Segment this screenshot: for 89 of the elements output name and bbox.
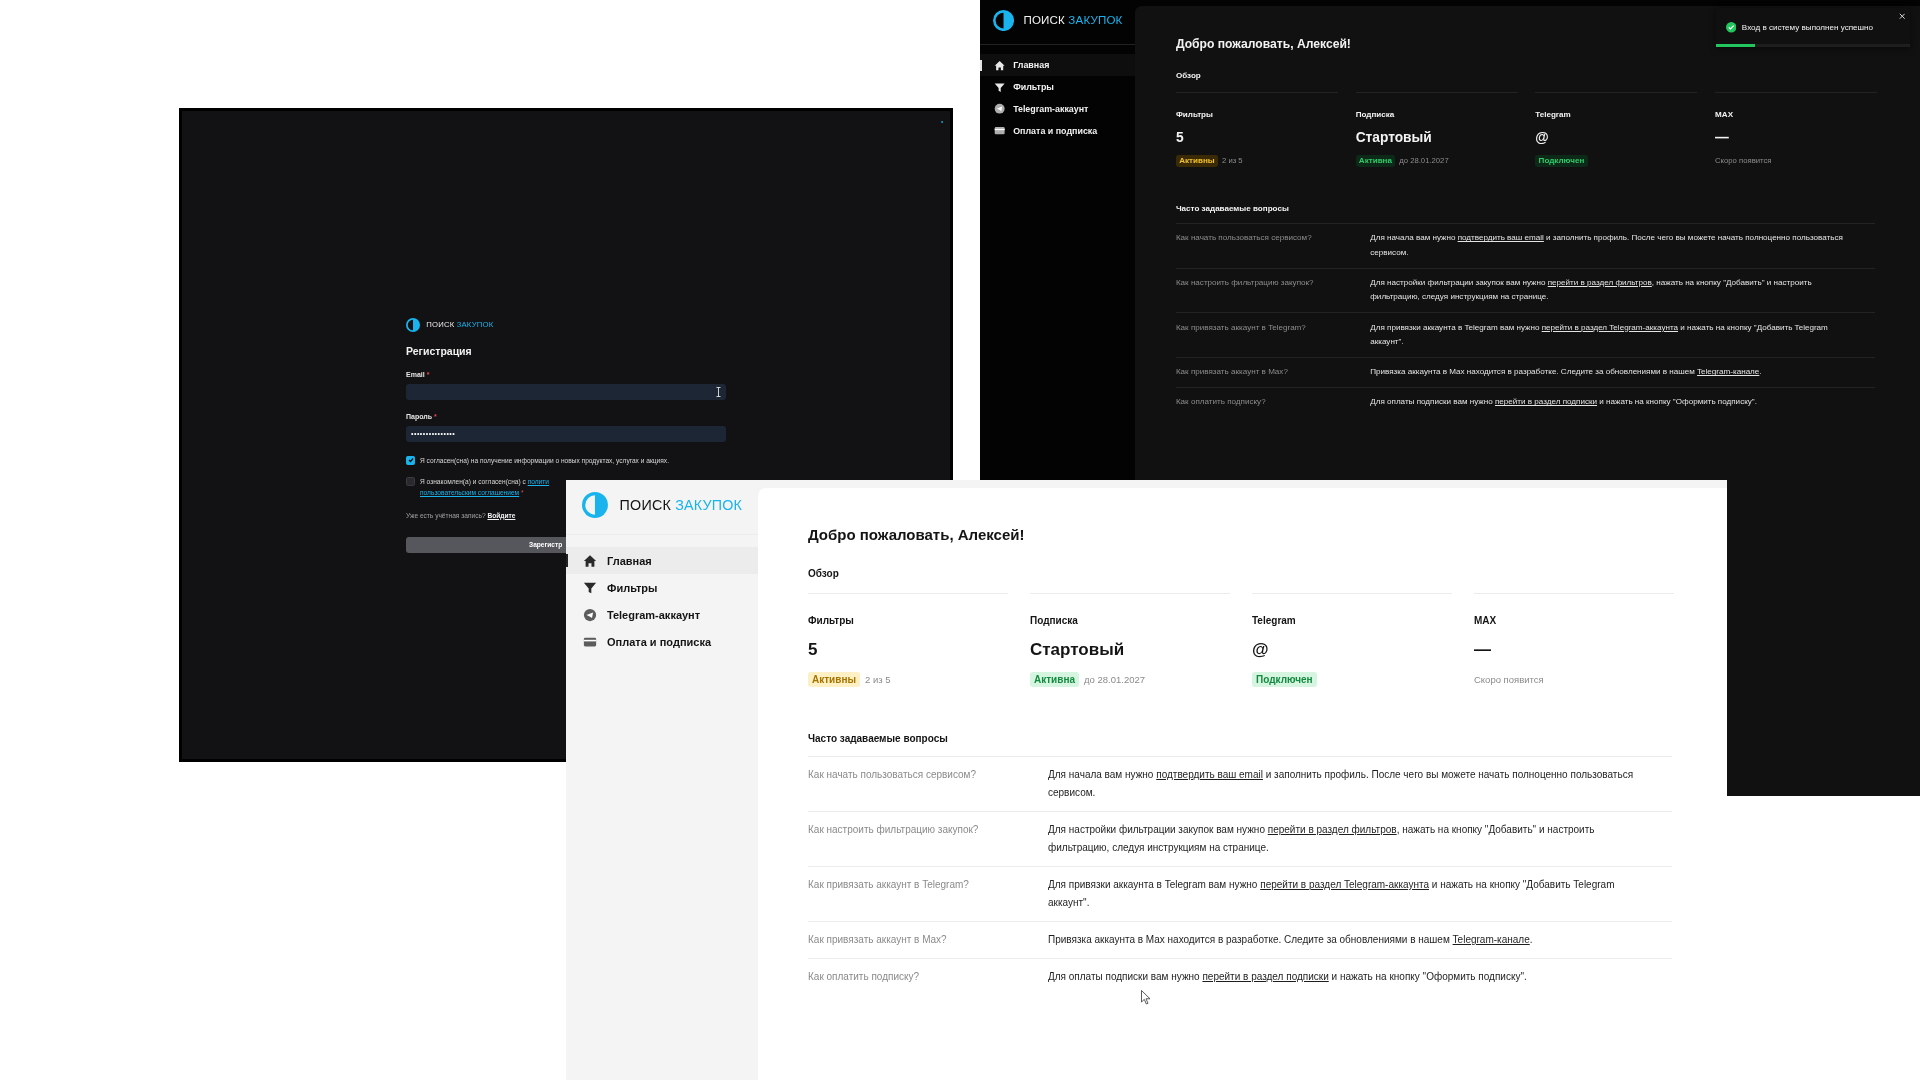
filter-icon [993, 81, 1006, 93]
stat-value: @ [1535, 130, 1550, 146]
form-title: Регистрация [406, 344, 473, 357]
nav-item[interactable]: Главная [566, 547, 758, 574]
faq-answer: Для привязки аккаунта в Telegram вам нужно перейти в раздел Telegram-аккаунта и нажать на кнопку "Добавить Telegram аккаунт". [1048, 878, 1616, 910]
home-icon [583, 553, 597, 568]
faq-question: Как привязать аккаунт в Max? [808, 933, 948, 947]
stat-label: Подписка [1355, 109, 1396, 119]
logo-icon [582, 492, 608, 518]
stat-value: Стартовый [1030, 640, 1126, 660]
home-icon [993, 59, 1006, 71]
status-badge: Подключен [1252, 672, 1317, 687]
faq-question: Как привязать аккаунт в Telegram? [808, 878, 970, 892]
stat-note: 2 из 5 [865, 674, 891, 685]
answer-link[interactable]: перейти в раздел Telegram-аккаунта [1541, 322, 1678, 332]
faq-question: Как оплатить подписку? [808, 970, 921, 984]
text-cursor-icon [716, 386, 721, 397]
status-badge: Активны [808, 672, 860, 687]
checkbox[interactable] [406, 455, 415, 465]
section-title: Часто задаваемые вопросы [1175, 204, 1290, 214]
nav-item[interactable]: Фильтры [980, 76, 1136, 99]
faq-answer: Для настройки фильтрации закупок вам нужно перейти в раздел фильтров, нажать на кнопку "Добавить" и настроить фильтрацию, следуя инструкциям на странице. [1048, 823, 1596, 855]
faq-question: Как начать пользоваться сервисом? [1175, 232, 1313, 245]
status-badge: Активны [1175, 154, 1218, 167]
faq-question: Как настроить фильтрацию закупок? [1175, 276, 1315, 289]
checkbox[interactable] [406, 476, 415, 486]
faq-question: Как привязать аккаунт в Telegram? [1175, 321, 1307, 334]
faq-answer: Для оплаты подписки вам нужно перейти в раздел подписки и нажать на кнопку "Оформить подписку". [1370, 396, 1758, 409]
stat-value: @ [1252, 640, 1270, 660]
email-field[interactable] [406, 383, 726, 400]
answer-link[interactable]: перейти в раздел фильтров [1267, 824, 1397, 835]
faq-answer: Для оплаты подписки вам нужно перейти в раздел подписки и нажать на кнопку "Оформить подписку". [1048, 970, 1528, 984]
section-title: Часто задаваемые вопросы [808, 733, 949, 744]
nav-item[interactable]: Оплата и подписка [980, 120, 1136, 142]
stat-label: MAX [1474, 615, 1498, 626]
faq-answer: Для привязки аккаунта в Telegram вам нужно перейти в раздел Telegram-аккаунта и нажать на кнопку "Добавить Telegram аккаунт". [1370, 321, 1829, 349]
card-icon [993, 125, 1006, 137]
answer-link[interactable]: перейти в раздел подписки [1202, 971, 1329, 982]
faq-question: Как начать пользоваться сервисом? [808, 768, 978, 782]
stat-label: MAX [1715, 109, 1734, 119]
stat-value: 5 [1175, 130, 1185, 146]
stat-label: Telegram [1252, 615, 1297, 626]
stat-note: до 28.01.2027 [1084, 674, 1146, 685]
close-icon[interactable] [1899, 12, 1906, 20]
stat-value: — [1474, 640, 1492, 660]
nav-item[interactable]: Главная [980, 54, 1136, 77]
answer-link[interactable]: Telegram-канале [1452, 934, 1530, 945]
nav-item[interactable]: Оплата и подписка [566, 628, 758, 655]
check-circle-icon [1725, 22, 1737, 33]
stat-label: Подписка [1030, 615, 1079, 626]
nav-item[interactable]: Фильтры [566, 574, 758, 601]
stat-label: Фильтры [1175, 109, 1214, 119]
faq-answer: Для начала вам нужно подтвердить ваш email и заполнить профиль. После чего вы можете начать полноценно пользоваться сервисом. [1370, 232, 1844, 259]
faq-question: Как оплатить подписку? [1175, 396, 1267, 409]
pointer-cursor-icon [1141, 990, 1151, 1005]
section-title: Обзор [1175, 71, 1202, 81]
telegram-icon [993, 103, 1006, 115]
answer-link[interactable]: подтвердить ваш email [1457, 233, 1544, 243]
logo-text: ПОИСК ЗАКУПОК [1023, 14, 1123, 27]
logo-icon [406, 317, 420, 332]
stat-value: — [1715, 130, 1730, 146]
logo-icon [992, 9, 1014, 31]
section-title: Обзор [808, 568, 840, 579]
nav-item[interactable]: Telegram-аккаунт [566, 601, 758, 628]
stat-value: 5 [808, 640, 819, 660]
status-badge: Подключен [1535, 154, 1588, 167]
stat-label: Фильтры [808, 615, 855, 626]
faq-answer: Для начала вам нужно подтвердить ваш email и заполнить профиль. После чего вы можете начать полноценно пользоваться сервисом. [1048, 768, 1635, 800]
logo-text: ПОИСК ЗАКУПОК [619, 497, 742, 513]
page-heading: Добро пожаловать, Алексей! [1175, 37, 1352, 52]
toast-message: Вход в систему выполнен успешно [1741, 23, 1873, 32]
faq-question: Как привязать аккаунт в Max? [1175, 366, 1289, 379]
answer-link[interactable]: перейти в раздел фильтров [1547, 277, 1652, 287]
faq-answer: Привязка аккаунта в Max находится в разработке. Следите за обновлениями в нашем Telegram-канале. [1048, 933, 1534, 947]
stat-value: Стартовый [1355, 130, 1433, 146]
telegram-icon [583, 607, 597, 622]
answer-link[interactable]: перейти в раздел подписки [1495, 397, 1598, 407]
faq-question: Как настроить фильтрацию закупок? [808, 823, 980, 837]
faq-answer: Привязка аккаунта в Max находится в разработке. Следите за обновлениями в нашем Telegram-канале. [1370, 366, 1763, 379]
filter-icon [583, 580, 597, 595]
page-heading: Добро пожаловать, Алексей! [808, 526, 1026, 543]
answer-link[interactable]: подтвердить ваш email [1156, 769, 1263, 780]
status-badge: Активна [1355, 154, 1396, 167]
stat-label: Telegram [1535, 109, 1572, 119]
faq-answer: Для настройки фильтрации закупок вам нужно перейти в раздел фильтров, нажать на кнопку "Добавить" и настроить фильтрацию, следуя инструкциям на странице. [1370, 276, 1813, 304]
nav-item[interactable]: Telegram-аккаунт [980, 98, 1136, 120]
status-badge: Активна [1030, 672, 1080, 687]
stat-note: Скоро появится [1474, 674, 1544, 685]
answer-link[interactable]: перейти в раздел Telegram-аккаунта [1260, 879, 1429, 890]
